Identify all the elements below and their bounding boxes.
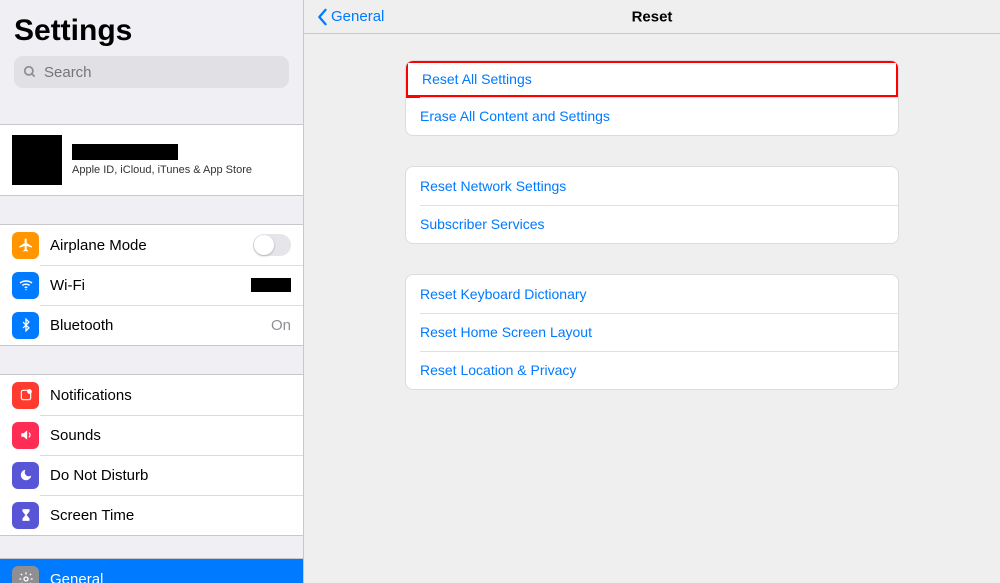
chevron-left-icon — [316, 8, 328, 26]
sounds-icon — [12, 422, 39, 449]
account-subtitle: Apple ID, iCloud, iTunes & App Store — [72, 164, 252, 176]
row-label: Reset Home Screen Layout — [420, 324, 592, 340]
sidebar-item-wifi[interactable]: Wi-Fi — [0, 265, 303, 305]
sidebar-item-bluetooth[interactable]: Bluetooth On — [0, 305, 303, 345]
reset-keyboard-row[interactable]: Reset Keyboard Dictionary — [406, 275, 898, 313]
account-name-redacted — [72, 144, 178, 160]
wifi-value-redacted — [251, 278, 291, 292]
sidebar-group-alerts: Notifications Sounds Do Not Disturb Scre… — [0, 374, 303, 536]
back-button[interactable]: General — [316, 8, 384, 26]
row-label: Reset Network Settings — [420, 178, 566, 194]
sidebar-item-label: Wi-Fi — [50, 277, 251, 294]
sidebar-item-label: Screen Time — [50, 507, 291, 524]
apple-id-row[interactable]: Apple ID, iCloud, iTunes & App Store — [0, 124, 303, 196]
sidebar-item-general[interactable]: General — [0, 559, 303, 583]
reset-location-row[interactable]: Reset Location & Privacy — [406, 351, 898, 389]
reset-home-row[interactable]: Reset Home Screen Layout — [406, 313, 898, 351]
nav-bar: General Reset — [304, 0, 1000, 34]
page-title: Settings — [14, 14, 289, 48]
sidebar-item-label: General — [50, 571, 291, 583]
airplane-toggle[interactable] — [253, 234, 291, 256]
reset-group-1: Reset All Settings Erase All Content and… — [405, 60, 899, 136]
row-label: Reset Location & Privacy — [420, 362, 576, 378]
erase-all-row[interactable]: Erase All Content and Settings — [406, 97, 898, 135]
sidebar-item-airplane[interactable]: Airplane Mode — [0, 225, 303, 265]
sidebar-group-general: General — [0, 558, 303, 583]
bluetooth-value: On — [271, 317, 291, 334]
search-input[interactable] — [14, 56, 289, 88]
sidebar-item-label: Notifications — [50, 387, 291, 404]
gear-icon — [12, 566, 39, 583]
hourglass-icon — [12, 502, 39, 529]
reset-all-settings-row[interactable]: Reset All Settings — [405, 60, 899, 98]
nav-title: Reset — [632, 8, 673, 25]
row-label: Subscriber Services — [420, 216, 545, 232]
reset-network-row[interactable]: Reset Network Settings — [406, 167, 898, 205]
sidebar-item-label: Do Not Disturb — [50, 467, 291, 484]
sidebar-item-label: Sounds — [50, 427, 291, 444]
back-label: General — [331, 8, 384, 25]
reset-group-3: Reset Keyboard Dictionary Reset Home Scr… — [405, 274, 899, 390]
sidebar-item-screentime[interactable]: Screen Time — [0, 495, 303, 535]
bluetooth-icon — [12, 312, 39, 339]
sidebar-item-label: Airplane Mode — [50, 237, 253, 254]
sidebar-item-notifications[interactable]: Notifications — [0, 375, 303, 415]
row-label: Erase All Content and Settings — [420, 108, 610, 124]
sidebar: Settings Apple ID, iCloud, iTunes & App … — [0, 0, 304, 583]
sidebar-group-connectivity: Airplane Mode Wi-Fi Bluetooth On — [0, 224, 303, 346]
reset-group-2: Reset Network Settings Subscriber Servic… — [405, 166, 899, 244]
search-icon — [23, 65, 37, 79]
sidebar-item-label: Bluetooth — [50, 317, 271, 334]
moon-icon — [12, 462, 39, 489]
search-field[interactable] — [14, 56, 289, 88]
sidebar-item-dnd[interactable]: Do Not Disturb — [0, 455, 303, 495]
airplane-icon — [12, 232, 39, 259]
notifications-icon — [12, 382, 39, 409]
avatar — [12, 135, 62, 185]
row-label: Reset All Settings — [422, 71, 532, 87]
subscriber-services-row[interactable]: Subscriber Services — [406, 205, 898, 243]
wifi-icon — [12, 272, 39, 299]
sidebar-item-sounds[interactable]: Sounds — [0, 415, 303, 455]
detail-pane: General Reset Reset All Settings Erase A… — [304, 0, 1000, 583]
row-label: Reset Keyboard Dictionary — [420, 286, 587, 302]
